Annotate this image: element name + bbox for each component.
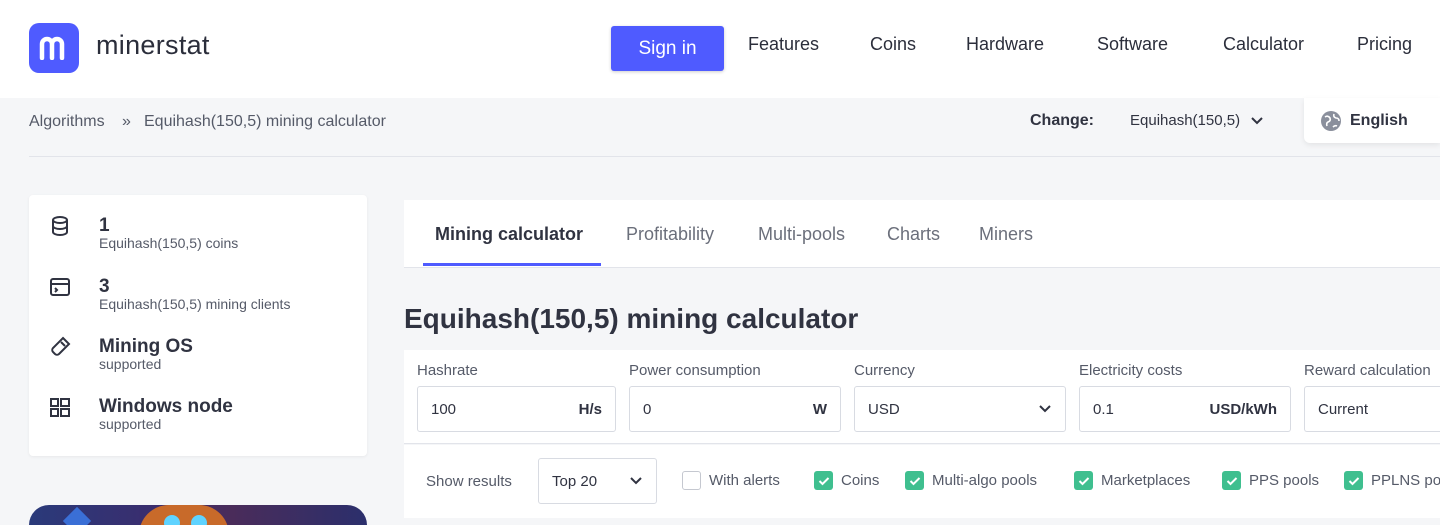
- stat-value[interactable]: 1: [99, 215, 110, 237]
- filter-label: Multi-algo pools: [932, 472, 1038, 489]
- chevron-down-icon: [630, 477, 642, 485]
- filter-with-alerts[interactable]: With alerts: [682, 471, 780, 490]
- breadcrumb-current: Equihash(150,5) mining calculator: [144, 113, 386, 130]
- electricity-label: Electricity costs: [1079, 362, 1183, 379]
- checkbox-checked[interactable]: [1074, 471, 1093, 490]
- sign-in-button[interactable]: Sign in: [611, 26, 724, 71]
- filter-pplns-pools[interactable]: PPLNS pools: [1344, 471, 1440, 490]
- stat-value[interactable]: 3: [99, 276, 110, 298]
- stat-label: Equihash(150,5) mining clients: [99, 296, 291, 312]
- reward-label: Reward calculation: [1304, 362, 1431, 379]
- chevron-down-icon: [1251, 116, 1263, 124]
- filter-multi-algo-pools[interactable]: Multi-algo pools: [905, 471, 1037, 490]
- logo-wordmark[interactable]: minerstat: [96, 30, 210, 61]
- currency-select[interactable]: USD: [854, 386, 1066, 432]
- checkbox-checked[interactable]: [905, 471, 924, 490]
- stat-value[interactable]: Windows node: [99, 396, 233, 418]
- power-input[interactable]: 0 W: [629, 386, 841, 432]
- electricity-value: 0.1: [1093, 400, 1114, 418]
- checkmark-icon: [818, 476, 829, 485]
- tab-charts[interactable]: Charts: [887, 224, 940, 245]
- active-tab-indicator: [423, 263, 601, 266]
- database-icon: [52, 216, 68, 236]
- algorithm-select-value: Equihash(150,5): [1130, 112, 1241, 129]
- reward-value: Current: [1318, 400, 1369, 418]
- language-label: English: [1350, 111, 1408, 129]
- minerstat-logo-icon[interactable]: [29, 23, 79, 73]
- windows-icon: [50, 398, 70, 417]
- currency-value: USD: [868, 400, 900, 418]
- filter-marketplaces[interactable]: Marketplaces: [1074, 471, 1190, 490]
- hashrate-label: Hashrate: [417, 362, 478, 379]
- show-results-label: Show results: [426, 473, 512, 490]
- nav-coins[interactable]: Coins: [870, 34, 916, 55]
- hashrate-input[interactable]: 100 H/s: [417, 386, 616, 432]
- nav-software[interactable]: Software: [1097, 34, 1168, 55]
- calculator-tabs: Mining calculator Profitability Multi-po…: [404, 200, 1440, 268]
- stat-label: Equihash(150,5) coins: [99, 235, 239, 251]
- electricity-input[interactable]: 0.1 USD/kWh: [1079, 386, 1291, 432]
- checkmark-icon: [1226, 476, 1237, 485]
- window-icon: [50, 278, 70, 296]
- nav-pricing[interactable]: Pricing: [1357, 34, 1412, 55]
- tab-mining-calculator[interactable]: Mining calculator: [435, 224, 583, 245]
- checkmark-icon: [1078, 476, 1089, 485]
- top-results-select[interactable]: Top 20: [538, 458, 657, 504]
- power-label: Power consumption: [629, 362, 761, 379]
- hashrate-unit[interactable]: H/s: [579, 401, 602, 418]
- currency-label: Currency: [854, 362, 915, 379]
- filter-label: Marketplaces: [1101, 472, 1191, 489]
- filter-label: PPLNS pools: [1371, 472, 1440, 489]
- checkbox-unchecked[interactable]: [682, 471, 701, 490]
- nav-hardware[interactable]: Hardware: [966, 34, 1044, 55]
- algorithm-stats-card: 1 Equihash(150,5) coins 3 Equihash(150,5…: [29, 195, 367, 456]
- page-title: Equihash(150,5) mining calculator: [404, 303, 859, 334]
- power-unit: W: [812, 400, 827, 418]
- breadcrumb-algorithms[interactable]: Algorithms: [29, 113, 105, 131]
- checkmark-icon: [1348, 476, 1359, 485]
- stat-label: supported: [99, 356, 162, 372]
- chevron-down-icon: [1039, 405, 1051, 413]
- checkbox-checked[interactable]: [1344, 471, 1363, 490]
- tab-miners[interactable]: Miners: [979, 224, 1033, 245]
- checkbox-checked[interactable]: [814, 471, 833, 490]
- calculator-form: Hashrate 100 H/s Power consumption 0 W C…: [404, 350, 1440, 444]
- top-results-value: Top 20: [552, 472, 598, 490]
- results-filters: Show results Top 20 With alerts Coins Mu…: [404, 445, 1440, 518]
- change-label: Change:: [1030, 112, 1094, 129]
- top-header: minerstat Sign in Features Coins Hardwar…: [0, 0, 1440, 98]
- hashrate-value: 100: [431, 400, 457, 418]
- stat-value[interactable]: Mining OS: [99, 336, 193, 358]
- checkbox-checked[interactable]: [1222, 471, 1241, 490]
- reward-select[interactable]: Current: [1304, 386, 1440, 432]
- promo-banner-image[interactable]: [29, 505, 367, 525]
- power-value: 0: [643, 400, 652, 418]
- language-selector[interactable]: English: [1304, 98, 1440, 143]
- nav-features[interactable]: Features: [748, 34, 819, 55]
- filter-label: PPS pools: [1249, 472, 1320, 489]
- breadcrumb-separator: »: [122, 113, 131, 130]
- filter-label: With alerts: [709, 472, 780, 489]
- globe-icon: [1321, 110, 1341, 131]
- usb-drive-icon: [51, 336, 71, 356]
- filter-coins[interactable]: Coins: [814, 471, 879, 490]
- breadcrumb-divider: [29, 156, 1440, 157]
- tab-multi-pools[interactable]: Multi-pools: [758, 224, 845, 245]
- filter-pps-pools[interactable]: PPS pools: [1222, 471, 1319, 490]
- tab-profitability[interactable]: Profitability: [626, 224, 714, 245]
- checkmark-icon: [909, 476, 920, 485]
- nav-calculator[interactable]: Calculator: [1223, 34, 1304, 55]
- algorithm-select[interactable]: Equihash(150,5): [1130, 112, 1264, 129]
- electricity-unit: USD/kWh: [1209, 400, 1278, 418]
- stat-label: supported: [99, 416, 162, 432]
- filter-label: Coins: [841, 472, 880, 489]
